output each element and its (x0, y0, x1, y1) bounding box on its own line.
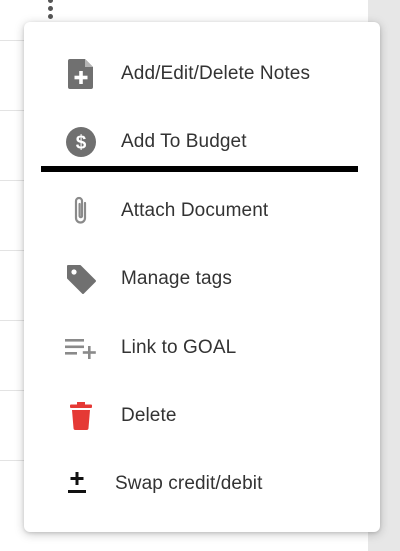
playlist-add-icon (64, 331, 98, 365)
background-row-divider (0, 320, 24, 321)
menu-item-manage-tags[interactable]: Manage tags (24, 249, 380, 309)
dollar-circle-icon: $ (64, 125, 98, 159)
menu-divider (41, 166, 358, 172)
menu-item-attach-document[interactable]: Attach Document (24, 181, 380, 241)
menu-item-add-to-budget[interactable]: $ Add To Budget (24, 112, 380, 172)
menu-item-link-goal-label: Link to GOAL (121, 337, 237, 358)
plus-minus-icon (60, 467, 94, 501)
note-add-icon (64, 57, 98, 91)
svg-text:$: $ (76, 133, 87, 154)
menu-item-delete[interactable]: Delete (24, 386, 380, 446)
paperclip-icon (64, 194, 98, 228)
trash-icon (64, 399, 98, 433)
menu-item-delete-label: Delete (121, 405, 177, 426)
menu-item-swap-credit-debit-label: Swap credit/debit (115, 473, 263, 494)
menu-item-notes-label: Add/Edit/Delete Notes (121, 63, 311, 84)
more-options-icon[interactable] (44, 0, 56, 20)
background-row-divider (0, 40, 24, 41)
menu-item-attach-document-label: Attach Document (121, 200, 269, 221)
background-row-divider (0, 180, 24, 181)
background-row-divider (0, 390, 24, 391)
menu-item-notes[interactable]: Add/Edit/Delete Notes (24, 44, 380, 104)
tag-icon (64, 262, 98, 296)
menu-item-manage-tags-label: Manage tags (121, 268, 232, 289)
background-row-divider (0, 460, 24, 461)
background-row-divider (0, 110, 24, 111)
menu-item-swap-credit-debit[interactable]: Swap credit/debit (24, 454, 380, 514)
menu-item-add-to-budget-label: Add To Budget (121, 131, 247, 152)
context-menu: Add/Edit/Delete Notes $ Add To Budget At… (24, 22, 380, 532)
menu-item-link-goal[interactable]: Link to GOAL (24, 318, 380, 378)
background-row-divider (0, 250, 24, 251)
